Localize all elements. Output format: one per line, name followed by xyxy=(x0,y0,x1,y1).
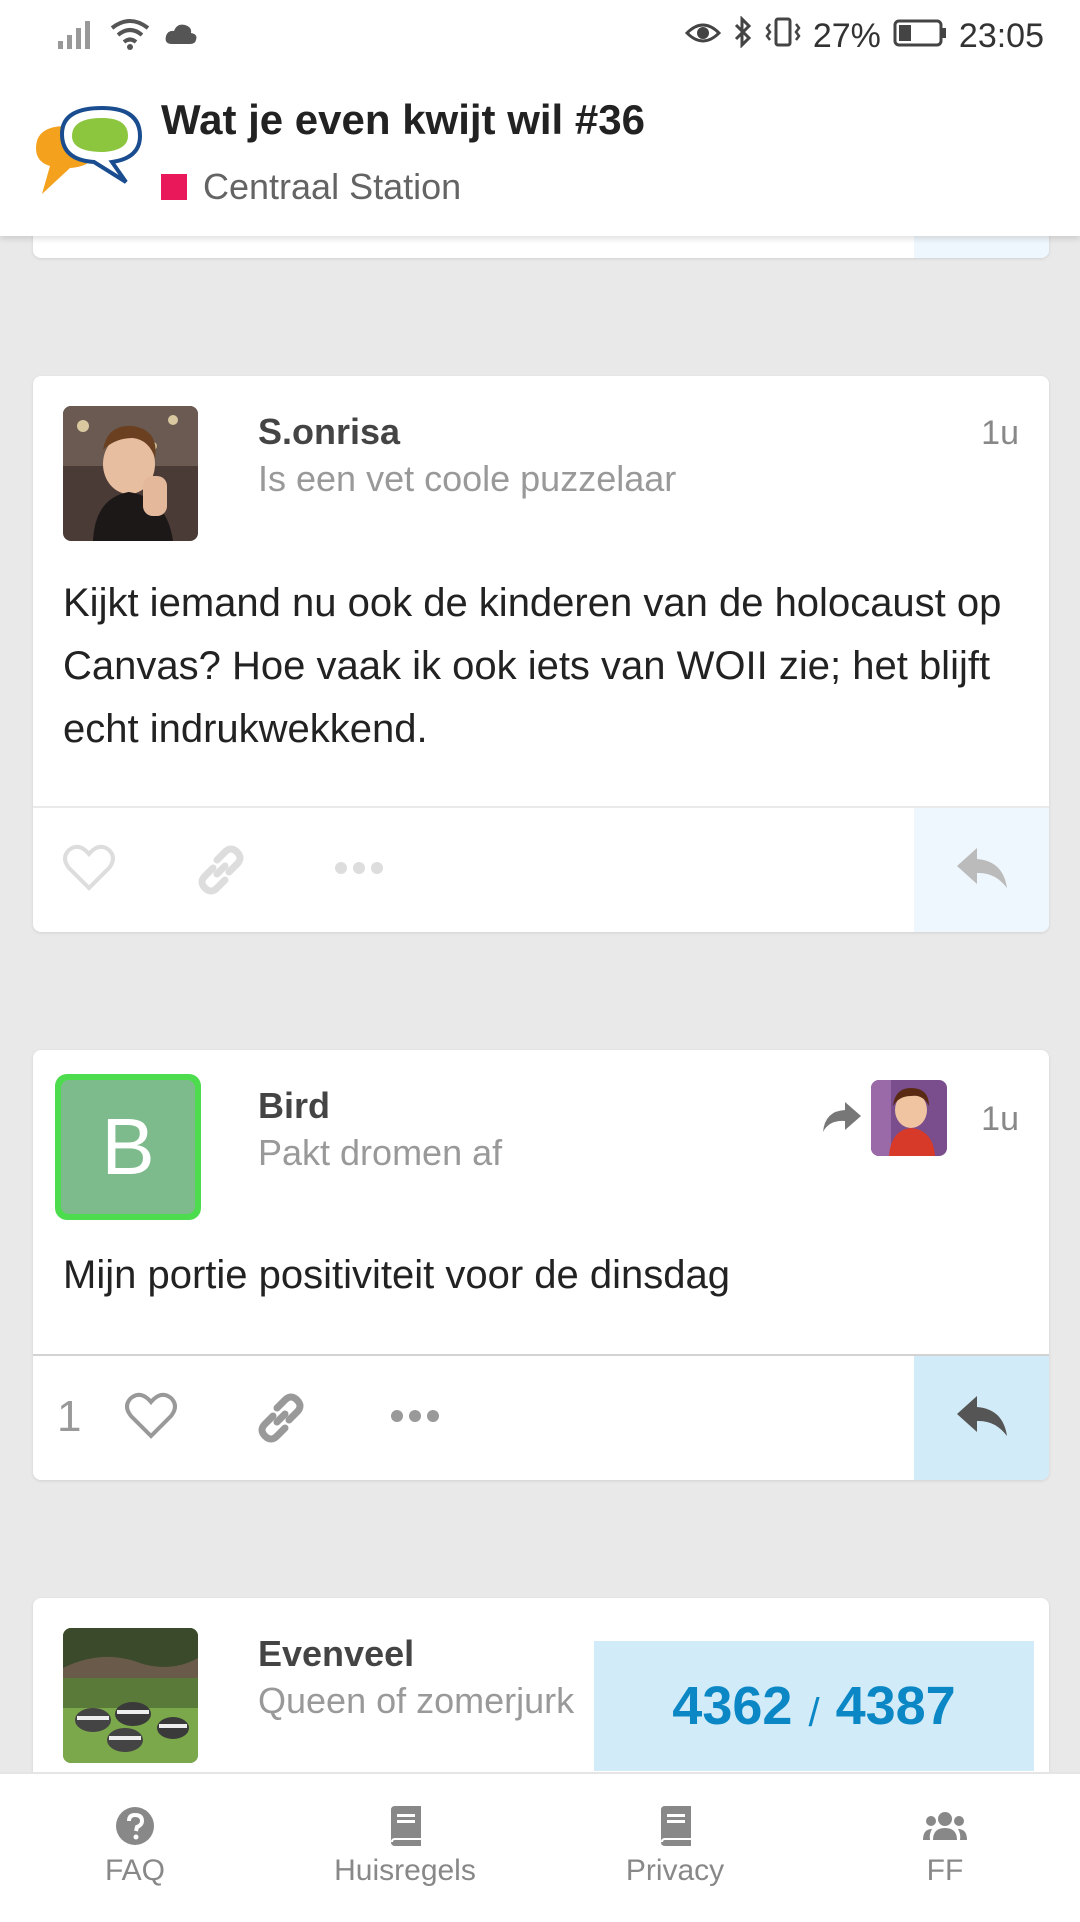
more-options-icon[interactable] xyxy=(389,1406,441,1431)
category-color-square xyxy=(161,174,187,200)
progress-current: 4362 xyxy=(672,1676,793,1736)
link-icon[interactable] xyxy=(255,1392,307,1449)
avatar-letter: B xyxy=(61,1080,195,1214)
post-username[interactable]: Evenveel xyxy=(258,1633,414,1675)
post-time[interactable]: 1u xyxy=(981,414,1019,453)
battery-icon xyxy=(893,17,947,56)
reply-to-arrow-icon[interactable] xyxy=(821,1100,863,1139)
topic-title[interactable]: Wat je even kwijt wil #36 xyxy=(161,96,645,144)
nav-privacy[interactable]: Privacy xyxy=(575,1804,775,1888)
eye-icon xyxy=(684,17,721,56)
question-icon xyxy=(115,1804,155,1848)
progress-separator: / xyxy=(808,1690,820,1735)
post-body: Mijn portie positiviteit voor de dinsdag xyxy=(63,1253,731,1297)
avatar[interactable] xyxy=(63,1628,198,1763)
post-body: Kijkt iemand nu ook de kinderen van de h… xyxy=(63,581,1002,751)
post-username[interactable]: Bird xyxy=(258,1085,330,1127)
wifi-icon xyxy=(110,18,150,55)
users-icon xyxy=(923,1804,967,1848)
book-icon xyxy=(657,1804,693,1848)
category-badge[interactable]: Centraal Station xyxy=(161,166,461,208)
signal-icon xyxy=(58,19,96,54)
progress-total: 4387 xyxy=(835,1676,956,1736)
battery-percent: 27% xyxy=(812,17,881,55)
site-logo[interactable] xyxy=(30,104,143,200)
topic-progress[interactable]: 4362 / 4387 xyxy=(594,1641,1034,1771)
vibrate-icon xyxy=(765,16,801,57)
nav-privacy-label: Privacy xyxy=(625,1854,725,1887)
post-username[interactable]: S.onrisa xyxy=(258,411,400,453)
nav-ff[interactable]: FF xyxy=(845,1804,1045,1888)
reply-icon xyxy=(955,846,1009,895)
category-name: Centraal Station xyxy=(203,166,462,207)
post-time[interactable]: 1u xyxy=(981,1100,1019,1139)
avatar[interactable] xyxy=(63,406,198,541)
post-card: S.onrisa Is een vet coole puzzelaar 1u K… xyxy=(33,376,1049,932)
post-user-title: Is een vet coole puzzelaar xyxy=(258,458,677,499)
book-icon xyxy=(387,1804,423,1848)
post-card: B Bird Pakt dromen af 1u Mijn portie pos… xyxy=(33,1050,1049,1480)
link-icon[interactable] xyxy=(195,844,247,901)
like-count[interactable]: 1 xyxy=(57,1392,81,1442)
reply-icon xyxy=(955,1394,1009,1443)
status-bar: 27% 23:05 xyxy=(0,0,1080,74)
more-options-icon[interactable] xyxy=(333,858,385,883)
post-user-title: Pakt dromen af xyxy=(258,1132,503,1173)
nav-faq[interactable]: FAQ xyxy=(35,1804,235,1888)
post-user-title: Queen of zomerjurk xyxy=(258,1680,575,1721)
heart-icon[interactable] xyxy=(63,844,115,897)
post-actions: 1 xyxy=(33,1354,1049,1480)
nav-huisregels-label: Huisregels xyxy=(334,1854,476,1887)
avatar[interactable]: B xyxy=(55,1074,201,1220)
bottom-navigation: FAQ Huisregels Privacy FF xyxy=(0,1772,1080,1922)
reply-button[interactable] xyxy=(914,808,1049,932)
bluetooth-icon xyxy=(733,15,753,57)
heart-icon[interactable] xyxy=(125,1392,177,1445)
post-actions xyxy=(33,806,1049,932)
nav-ff-label: FF xyxy=(926,1854,964,1887)
nav-faq-label: FAQ xyxy=(104,1854,165,1887)
topic-header: Wat je even kwijt wil #36 Centraal Stati… xyxy=(0,74,1080,236)
cloud-icon xyxy=(164,22,198,51)
clock: 23:05 xyxy=(958,17,1044,55)
reply-to-avatar[interactable] xyxy=(871,1080,947,1156)
nav-huisregels[interactable]: Huisregels xyxy=(305,1804,505,1888)
reply-button[interactable] xyxy=(914,1356,1049,1480)
